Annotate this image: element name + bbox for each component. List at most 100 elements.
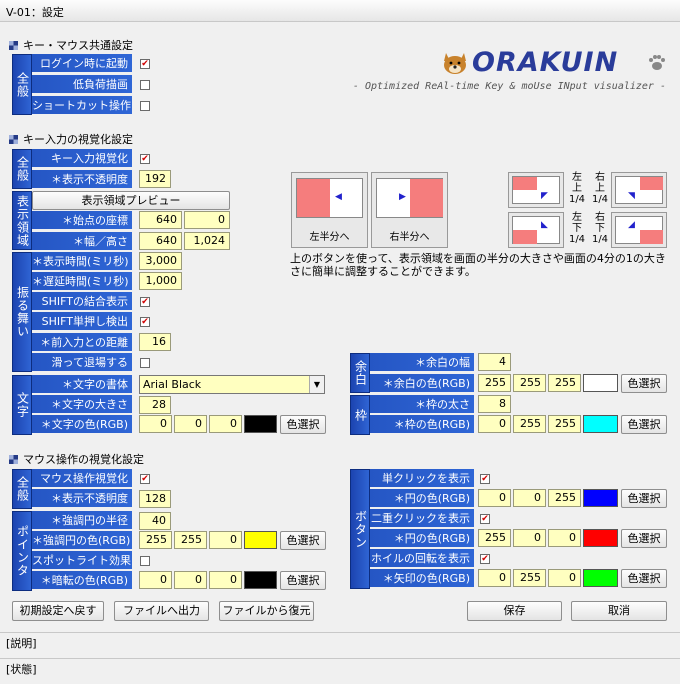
- text-color-g-input[interactable]: 0: [174, 415, 207, 433]
- section-common-title: キー・マウス共通設定: [9, 37, 133, 53]
- reset-defaults-button[interactable]: 初期設定へ戻す: [12, 601, 104, 621]
- double-color-pick-button[interactable]: 色選択: [621, 529, 667, 548]
- chevron-down-icon[interactable]: ▼: [309, 376, 324, 393]
- single-color-b-input[interactable]: 255: [548, 489, 581, 507]
- wheel-color-g-input[interactable]: 255: [513, 569, 546, 587]
- quarter-bottom-left-button[interactable]: ◣: [508, 212, 564, 248]
- left-half-preset-button[interactable]: ◀ 左半分へ: [291, 172, 368, 248]
- save-button[interactable]: 保存: [467, 601, 562, 621]
- quarter-top-left-button[interactable]: ◤: [508, 172, 564, 208]
- group-key-general: 全般: [12, 149, 32, 189]
- single-color-swatch: [583, 489, 618, 507]
- margin-width-input[interactable]: 4: [478, 353, 511, 371]
- frame-color-r-input[interactable]: 0: [478, 415, 511, 433]
- margin-width-label: ＊余白の幅: [370, 353, 474, 372]
- wheel-color-pick-button[interactable]: 色選択: [621, 569, 667, 588]
- single-color-pick-button[interactable]: 色選択: [621, 489, 667, 508]
- shortcut-checkbox[interactable]: [140, 101, 150, 111]
- dark-color-swatch: [244, 571, 277, 589]
- right-half-label: 右半分へ: [389, 232, 430, 243]
- spotlight-checkbox[interactable]: [140, 556, 150, 566]
- arrow-left-icon: ◀: [335, 192, 342, 202]
- wheel-color-label: ＊矢印の色(RGB): [370, 569, 474, 588]
- corner-arrow-icon: ◣: [541, 220, 548, 230]
- wheel-checkbox[interactable]: ✔: [480, 554, 490, 564]
- single-click-checkbox[interactable]: ✔: [480, 474, 490, 484]
- margin-color-r-input[interactable]: 255: [478, 374, 511, 392]
- radius-input[interactable]: 40: [139, 512, 171, 530]
- area-preview-button[interactable]: 表示領域プレビュー: [32, 191, 230, 210]
- margin-color-swatch: [583, 374, 618, 392]
- highlight-color-r-input[interactable]: 255: [139, 531, 172, 549]
- single-click-label: 単クリックを表示: [370, 469, 474, 488]
- group-key-text: 文字: [12, 375, 32, 435]
- key-opacity-input[interactable]: 192: [139, 170, 171, 188]
- quarter-top-left-label: 左上 1/4: [568, 172, 586, 205]
- frame-color-pick-button[interactable]: 色選択: [621, 415, 667, 434]
- shift-single-checkbox[interactable]: ✔: [140, 317, 150, 327]
- double-color-r-input[interactable]: 255: [478, 529, 511, 547]
- margin-color-pick-button[interactable]: 色選択: [621, 374, 667, 393]
- highlight-color-g-input[interactable]: 255: [174, 531, 207, 549]
- single-color-g-input[interactable]: 0: [513, 489, 546, 507]
- frame-color-b-input[interactable]: 255: [548, 415, 581, 433]
- right-half-preset-button[interactable]: ▶ 右半分へ: [371, 172, 448, 248]
- key-enable-label: キー入力視覚化: [32, 149, 132, 168]
- dark-color-g-input[interactable]: 0: [174, 571, 207, 589]
- key-enable-checkbox[interactable]: ✔: [140, 154, 150, 164]
- double-color-g-input[interactable]: 0: [513, 529, 546, 547]
- quarter-bottom-right-label: 右下 1/4: [591, 212, 609, 245]
- width-input[interactable]: 640: [139, 232, 182, 250]
- text-color-b-input[interactable]: 0: [209, 415, 242, 433]
- wheel-color-b-input[interactable]: 0: [548, 569, 581, 587]
- height-input[interactable]: 1,024: [184, 232, 230, 250]
- text-size-input[interactable]: 28: [139, 396, 171, 414]
- margin-color-g-input[interactable]: 255: [513, 374, 546, 392]
- highlight-color-b-input[interactable]: 0: [209, 531, 242, 549]
- double-click-label: 二重クリックを表示: [370, 509, 474, 528]
- text-size-label: ＊文字の大きさ: [32, 395, 132, 414]
- display-time-label: ＊表示時間(ミリ秒): [32, 252, 132, 271]
- paw-icon: [649, 55, 665, 70]
- radius-label: ＊強調円の半径: [32, 511, 132, 530]
- mouse-enable-label: マウス操作視覚化: [32, 469, 132, 488]
- single-color-label: ＊円の色(RGB): [370, 489, 474, 508]
- distance-input[interactable]: 16: [139, 333, 171, 351]
- cancel-button[interactable]: 取消: [571, 601, 667, 621]
- text-color-pick-button[interactable]: 色選択: [280, 415, 326, 434]
- quarter-bottom-right-button[interactable]: ◢: [611, 212, 667, 248]
- highlight-color-pick-button[interactable]: 色選択: [280, 531, 326, 550]
- margin-color-b-input[interactable]: 255: [548, 374, 581, 392]
- wheel-color-r-input[interactable]: 0: [478, 569, 511, 587]
- frame-color-g-input[interactable]: 255: [513, 415, 546, 433]
- quarter-top-right-button[interactable]: ◥: [611, 172, 667, 208]
- mouse-opacity-input[interactable]: 128: [139, 490, 171, 508]
- frame-color-label: ＊枠の色(RGB): [370, 415, 474, 434]
- preset-description: 上のボタンを使って、表示領域を画面の半分の大きさや画面の4分の1の大きさに簡単に…: [290, 252, 666, 278]
- import-file-button[interactable]: ファイルから復元: [219, 601, 314, 621]
- font-select[interactable]: Arial Black ▼: [139, 375, 325, 394]
- double-click-checkbox[interactable]: ✔: [480, 514, 490, 524]
- display-time-input[interactable]: 3,000: [139, 252, 182, 270]
- shift-single-label: SHIFT単押し検出: [32, 312, 132, 331]
- export-file-button[interactable]: ファイルへ出力: [114, 601, 209, 621]
- frame-width-input[interactable]: 8: [478, 395, 511, 413]
- double-color-b-input[interactable]: 0: [548, 529, 581, 547]
- text-color-r-input[interactable]: 0: [139, 415, 172, 433]
- group-frame: 枠: [350, 395, 370, 435]
- origin-y-input[interactable]: 0: [184, 211, 230, 229]
- dark-color-b-input[interactable]: 0: [209, 571, 242, 589]
- single-color-r-input[interactable]: 0: [478, 489, 511, 507]
- delay-time-input[interactable]: 1,000: [139, 272, 182, 290]
- low-load-checkbox[interactable]: [140, 80, 150, 90]
- dark-color-r-input[interactable]: 0: [139, 571, 172, 589]
- login-start-checkbox[interactable]: ✔: [140, 59, 150, 69]
- low-load-label: 低負荷描画: [32, 75, 132, 94]
- left-half-label: 左半分へ: [309, 232, 350, 243]
- shift-combine-checkbox[interactable]: ✔: [140, 297, 150, 307]
- size-label: ＊幅／高さ: [32, 232, 132, 251]
- slide-exit-checkbox[interactable]: [140, 358, 150, 368]
- mouse-enable-checkbox[interactable]: ✔: [140, 474, 150, 484]
- origin-x-input[interactable]: 640: [139, 211, 182, 229]
- dark-color-pick-button[interactable]: 色選択: [280, 571, 326, 590]
